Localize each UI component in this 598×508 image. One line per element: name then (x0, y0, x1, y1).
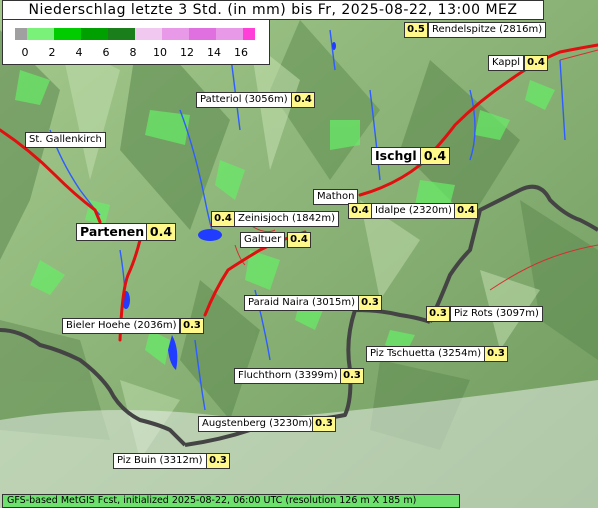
label-fluchthorn[interactable]: Fluchthorn (3399m) (234, 368, 342, 384)
value-piz-tschuetta: 0.3 (484, 346, 508, 362)
label-piz-rots[interactable]: Piz Rots (3097m) (450, 306, 543, 322)
value-rendelspitze: 0.5 (404, 22, 428, 38)
label-patteriol[interactable]: Patteriol (3056m) (196, 92, 292, 108)
legend-swatch-9 (243, 28, 255, 40)
legend: 0 2 4 6 8 10 12 14 16 (2, 19, 270, 65)
value-kappl: 0.4 (524, 55, 548, 71)
label-piz-buin[interactable]: Piz Buin (3312m) (113, 453, 207, 469)
legend-swatch-8 (216, 28, 243, 40)
legend-tick: 14 (207, 46, 221, 59)
legend-tick: 4 (75, 46, 83, 59)
legend-tick: 16 (234, 46, 248, 59)
value-fluchthorn: 0.3 (340, 368, 364, 384)
label-paraid-naira[interactable]: Paraid Naira (3015m) (244, 295, 360, 311)
legend-swatch-2 (54, 28, 81, 40)
legend-swatch-6 (162, 28, 189, 40)
legend-tick: 2 (48, 46, 56, 59)
value-patteriol: 0.4 (291, 92, 315, 108)
value-bieler-hoehe: 0.3 (180, 318, 204, 334)
label-kappl[interactable]: Kappl (488, 55, 524, 71)
forecast-footer: GFS-based MetGIS Fcst, initialized 2025-… (2, 494, 460, 508)
value-idalpe: 0.4 (454, 203, 478, 219)
label-zeinisjoch[interactable]: Zeinisjoch (1842m) (234, 211, 340, 227)
legend-tick: 6 (102, 46, 110, 59)
value-galtuer: 0.4 (287, 232, 311, 248)
legend-swatch-7 (189, 28, 216, 40)
label-augstenberg[interactable]: Augstenberg (3230m) (198, 416, 317, 432)
label-piz-tschuetta[interactable]: Piz Tschuetta (3254m) (366, 346, 486, 362)
legend-tick: 12 (180, 46, 194, 59)
value-piz-buin: 0.3 (206, 453, 230, 469)
label-rendelspitze[interactable]: Rendelspitze (2816m) (428, 22, 547, 38)
value-augstenberg: 0.3 (312, 416, 336, 432)
value-zeinisjoch: 0.4 (211, 211, 235, 227)
legend-swatch-0 (15, 28, 27, 40)
legend-swatch-5 (135, 28, 162, 40)
map-title: Niederschlag letzte 3 Std. (in mm) bis F… (2, 0, 544, 20)
value-mathon: 0.4 (348, 203, 372, 219)
legend-tick: 10 (153, 46, 167, 59)
label-bieler-hoehe[interactable]: Bieler Hoehe (2036m) (62, 318, 181, 334)
label-st-gallenkirch[interactable]: St. Gallenkirch (25, 132, 106, 148)
label-idalpe[interactable]: Idalpe (2320m) (371, 203, 456, 219)
label-galtuer[interactable]: Galtuer (240, 232, 286, 248)
value-piz-rots: 0.3 (426, 306, 450, 322)
legend-swatch-1 (27, 28, 54, 40)
label-partenen[interactable]: Partenen (76, 223, 149, 241)
value-ischgl: 0.4 (420, 147, 450, 165)
precipitation-map: Niederschlag letzte 3 Std. (in mm) bis F… (0, 0, 598, 508)
legend-tick: 8 (129, 46, 137, 59)
legend-swatch-4 (108, 28, 135, 40)
value-paraid-naira: 0.3 (358, 295, 382, 311)
legend-tick: 0 (21, 46, 29, 59)
legend-swatch-3 (81, 28, 108, 40)
value-partenen: 0.4 (146, 223, 176, 241)
label-ischgl[interactable]: Ischgl (371, 147, 421, 165)
